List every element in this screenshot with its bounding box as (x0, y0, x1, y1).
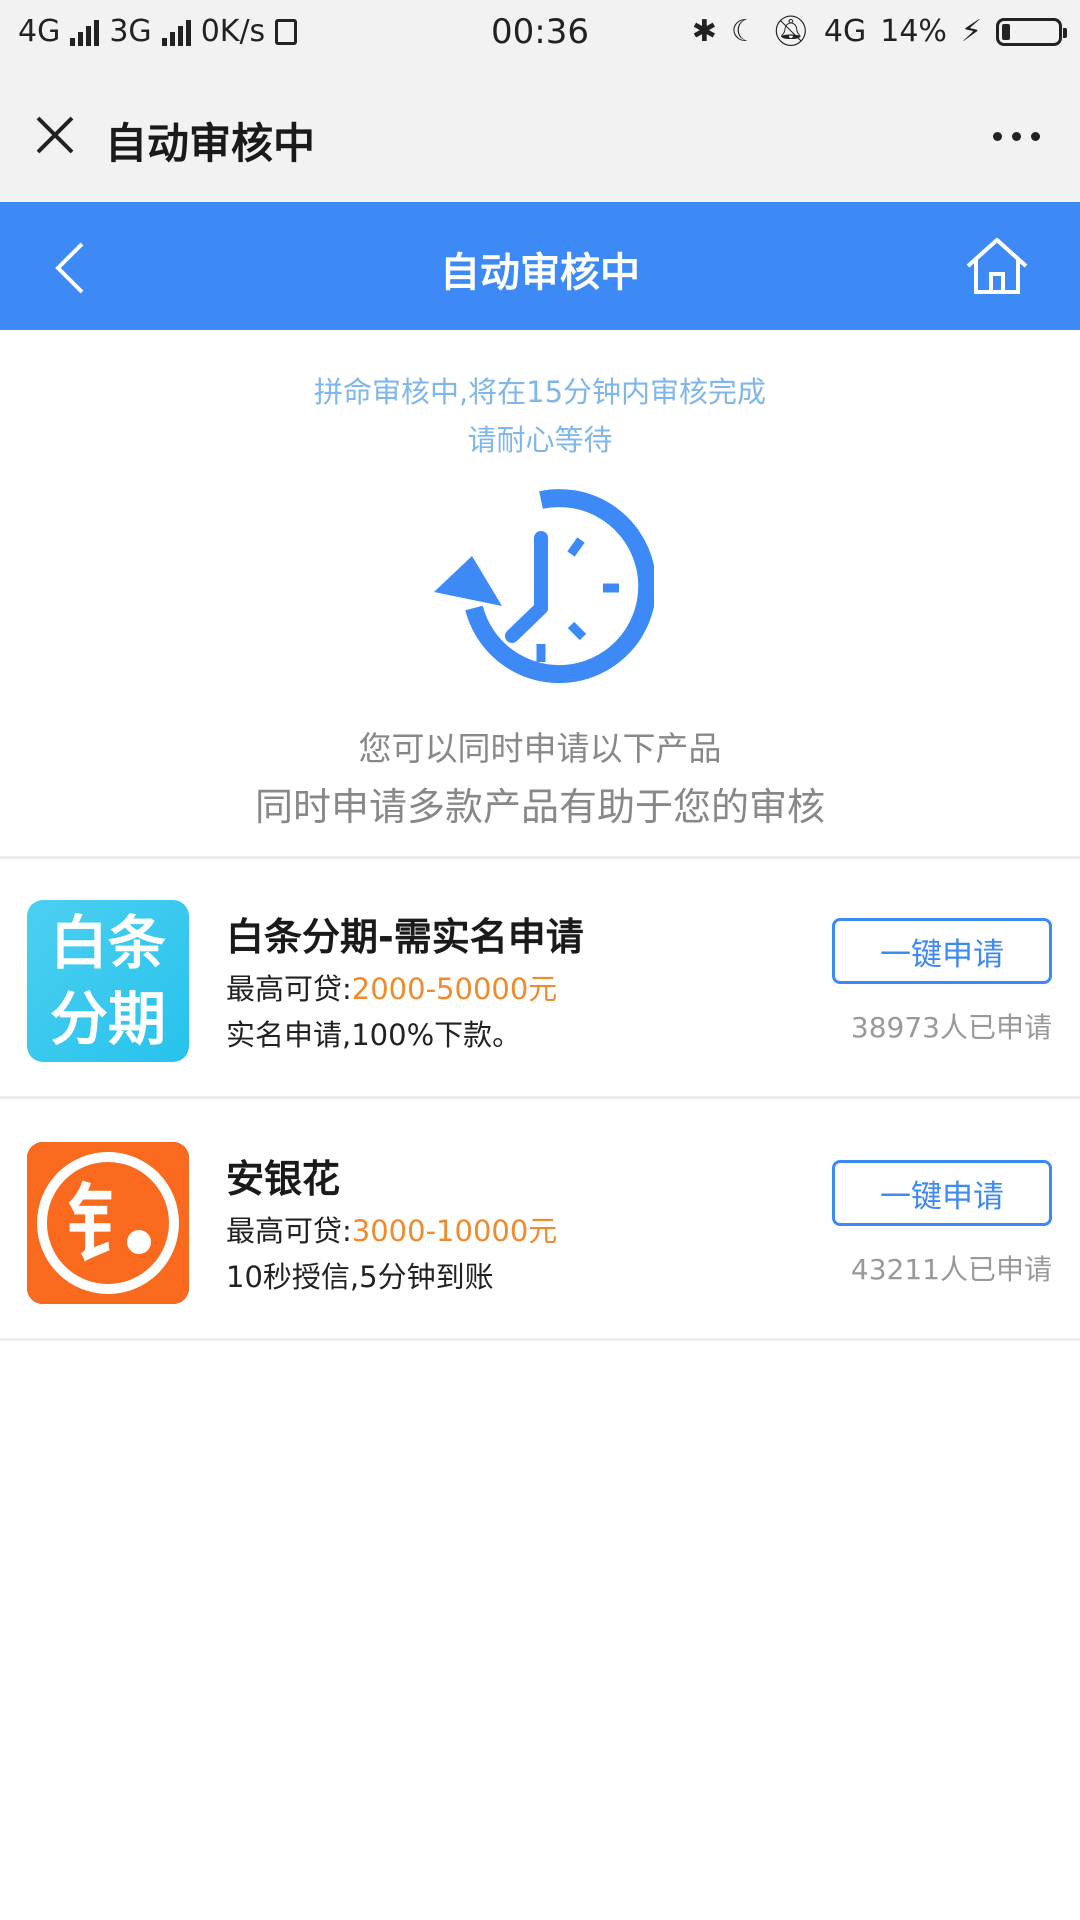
product-name: 白条分期-需实名申请 (226, 915, 584, 959)
status-right: ✱ ☾ 🔕︎ 4G 14% ⚡︎ (691, 14, 1067, 49)
clock-refresh-icon (434, 489, 654, 684)
status-bar: 4G 3G 0K/s 00:36 ✱ ☾ 🔕︎ 4G 14% ⚡︎ (0, 0, 1080, 72)
amount-label: 最高可贷: (226, 972, 352, 1006)
divider (0, 856, 1080, 859)
tip-multiple-products: 同时申请多款产品有助于您的审核 (254, 785, 825, 829)
product-desc: 实名申请,100%下款。 (226, 1018, 522, 1052)
wechat-title-bar: 自动审核中 (0, 72, 1080, 202)
product-amount: 最高可贷:2000-50000元 (226, 966, 557, 1008)
logo-text: 白条 (49, 909, 166, 977)
battery-level (1002, 23, 1010, 40)
wechat-page-title: 自动审核中 (105, 119, 316, 168)
tip-apply-products: 您可以同时申请以下产品 (358, 729, 722, 768)
yinhua-logo: 钅 (27, 1142, 189, 1304)
divider (0, 1096, 1080, 1099)
product-item: 钅 安银花 最高可贷:3000-10000元 10秒授信,5分钟到账 一键申请 … (0, 1102, 1080, 1338)
logo-text: 分期 (49, 985, 166, 1053)
product-item: 白条 分期 白条分期-需实名申请 最高可贷:2000-50000元 实名申请,1… (0, 860, 1080, 1096)
baitiao-logo: 白条 分期 (27, 900, 189, 1062)
battery-icon (996, 17, 1067, 46)
product-amount: 最高可贷:3000-10000元 (226, 1208, 557, 1250)
bluetooth-icon: ✱ (691, 14, 717, 49)
page-title: 自动审核中 (440, 250, 640, 296)
charging-icon: ⚡︎ (960, 14, 982, 49)
apply-button[interactable]: 一键申请 (832, 918, 1052, 984)
review-notice: 拼命审核中,将在15分钟内审核完成 请耐心等待 (0, 368, 1080, 464)
mute-icon: 🔕︎ (771, 14, 810, 49)
notice-line-2: 请耐心等待 (467, 423, 613, 457)
applied-count: 43211人已申请 (850, 1253, 1052, 1286)
apply-button[interactable]: 一键申请 (832, 1160, 1052, 1226)
notice-line-1: 拼命审核中,将在15分钟内审核完成 (313, 375, 767, 409)
page-header: 自动审核中 (0, 202, 1080, 330)
product-name: 安银花 (226, 1157, 341, 1201)
close-icon[interactable] (30, 110, 80, 160)
logo-text: 钅 (66, 1176, 150, 1274)
amount-label: 最高可贷: (226, 1214, 352, 1248)
moon-icon: ☾ (730, 14, 758, 49)
amount-value: 3000-10000元 (351, 1214, 558, 1248)
divider (0, 1338, 1080, 1341)
battery-percent: 14% (880, 14, 947, 49)
network-label-3: 4G (823, 14, 867, 49)
product-desc: 10秒授信,5分钟到账 (226, 1260, 494, 1294)
yinhua-logo-graphic: 钅 (27, 1142, 189, 1304)
more-icon[interactable] (993, 132, 1040, 141)
amount-value: 2000-50000元 (351, 972, 558, 1006)
home-icon[interactable] (964, 236, 1030, 296)
applied-count: 38973人已申请 (850, 1011, 1052, 1044)
